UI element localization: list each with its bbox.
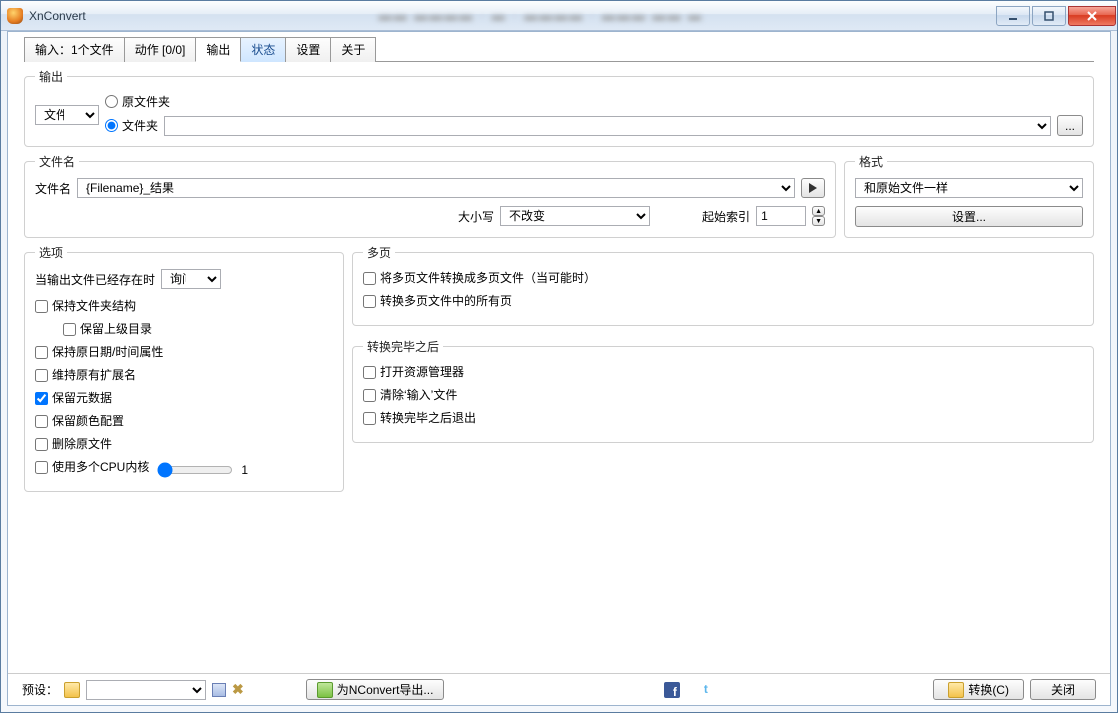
chk-keep-folder-structure[interactable]: 保持文件夹结构	[35, 297, 333, 314]
chk-open-explorer[interactable]: 打开资源管理器	[363, 363, 1083, 380]
chk-keep-extension[interactable]: 维持原有扩展名	[35, 366, 333, 383]
tab-output[interactable]: 输出	[195, 37, 241, 62]
options-legend: 选项	[35, 244, 67, 261]
window-title: XnConvert	[29, 9, 86, 23]
window-controls	[996, 6, 1116, 26]
filename-label: 文件名	[35, 180, 71, 197]
multipage-legend: 多页	[363, 244, 395, 261]
filename-legend: 文件名	[35, 153, 79, 170]
delete-preset-icon[interactable]: ✖	[232, 681, 244, 698]
footer: 预设： ✖ 为NConvert导出... 转换(C) 关闭	[8, 673, 1110, 705]
app-body: 输入：1个文件 动作 [0/0] 输出 状态 设置 关于 输出 文件夹 原文件夹	[7, 31, 1111, 706]
multipage-group: 多页 将多页文件转换成多页文件（当可能时） 转换多页文件中的所有页	[352, 244, 1094, 326]
tab-settings[interactable]: 设置	[285, 37, 331, 62]
export-icon	[317, 682, 333, 698]
filename-group: 文件名 文件名 {Filename}_结果 大小写 不改变	[24, 153, 836, 238]
convert-icon	[948, 682, 964, 698]
format-group: 格式 和原始文件一样 设置...	[844, 153, 1094, 238]
chk-convert-all-pages[interactable]: 转换多页文件中的所有页	[363, 292, 1083, 309]
facebook-icon[interactable]	[664, 682, 680, 698]
filename-pattern-combo[interactable]: {Filename}_结果	[77, 178, 795, 198]
folder-path-combo[interactable]	[164, 116, 1051, 136]
chk-keep-parent-dir[interactable]: 保留上级目录	[63, 320, 333, 337]
format-legend: 格式	[855, 153, 887, 170]
when-exists-label: 当输出文件已经存在时	[35, 271, 155, 288]
maximize-button[interactable]	[1032, 6, 1066, 26]
chk-keep-metadata[interactable]: 保留元数据	[35, 389, 333, 406]
tab-status[interactable]: 状态	[240, 37, 286, 62]
start-index-label: 起始索引	[702, 208, 750, 225]
chk-keep-datetime[interactable]: 保持原日期/时间属性	[35, 343, 333, 360]
close-button[interactable]	[1068, 6, 1116, 26]
tab-bar: 输入：1个文件 动作 [0/0] 输出 状态 设置 关于	[8, 32, 1110, 61]
browse-folder-button[interactable]: ...	[1057, 115, 1083, 136]
close-app-button[interactable]: 关闭	[1030, 679, 1096, 700]
chk-clear-input[interactable]: 清除‘输入’文件	[363, 386, 1083, 403]
format-settings-button[interactable]: 设置...	[855, 206, 1083, 227]
options-group: 选项 当输出文件已经存在时 询问 保持文件夹结构 保留上级目录 保持原日期/时间…	[24, 244, 344, 492]
titlebar: XnConvert ▬▬ ▬▬▬▬ · ▬ · ▬▬▬▬ · ▬▬▬ ▬▬ ▬	[1, 1, 1117, 31]
radio-custom-folder[interactable]: 文件夹	[105, 117, 158, 134]
chk-exit-after[interactable]: 转换完毕之后退出	[363, 409, 1083, 426]
spin-down[interactable]: ▼	[812, 216, 825, 226]
preset-label: 预设：	[22, 681, 58, 698]
tab-actions[interactable]: 动作 [0/0]	[124, 37, 197, 62]
cpu-value: 1	[241, 463, 248, 477]
output-legend: 输出	[35, 68, 67, 85]
case-label: 大小写	[458, 208, 494, 225]
preset-select[interactable]	[86, 680, 206, 700]
radio-original-folder[interactable]: 原文件夹	[105, 93, 170, 110]
case-select[interactable]: 不改变	[500, 206, 650, 226]
output-group: 输出 文件夹 原文件夹 文件夹	[24, 68, 1094, 147]
chk-convert-to-multipage[interactable]: 将多页文件转换成多页文件（当可能时）	[363, 269, 1083, 286]
open-preset-icon[interactable]	[64, 682, 80, 698]
app-icon	[7, 8, 23, 24]
spin-up[interactable]: ▲	[812, 206, 825, 216]
export-nconvert-button[interactable]: 为NConvert导出...	[306, 679, 445, 700]
after-legend: 转换完毕之后	[363, 338, 443, 355]
destination-type-select[interactable]: 文件夹	[35, 105, 99, 125]
tab-about[interactable]: 关于	[330, 37, 376, 62]
convert-button[interactable]: 转换(C)	[933, 679, 1024, 700]
chk-delete-original[interactable]: 删除原文件	[35, 435, 333, 452]
after-group: 转换完毕之后 打开资源管理器 清除‘输入’文件 转换完毕之后退出	[352, 338, 1094, 443]
play-icon	[809, 183, 817, 193]
start-index-input[interactable]	[756, 206, 806, 226]
save-preset-icon[interactable]	[212, 683, 226, 697]
filename-preview-button[interactable]	[801, 178, 825, 198]
cpu-slider[interactable]	[157, 462, 233, 478]
titlebar-blur: ▬▬ ▬▬▬▬ · ▬ · ▬▬▬▬ · ▬▬▬ ▬▬ ▬	[86, 8, 996, 23]
minimize-button[interactable]	[996, 6, 1030, 26]
twitter-icon[interactable]	[698, 682, 714, 698]
chk-keep-color-profile[interactable]: 保留颜色配置	[35, 412, 333, 429]
format-select[interactable]: 和原始文件一样	[855, 178, 1083, 198]
chk-multi-cpu[interactable]: 使用多个CPU内核	[35, 458, 149, 475]
tab-input[interactable]: 输入：1个文件	[24, 37, 125, 62]
tab-content-output: 输出 文件夹 原文件夹 文件夹	[24, 61, 1094, 498]
when-exists-select[interactable]: 询问	[161, 269, 221, 289]
